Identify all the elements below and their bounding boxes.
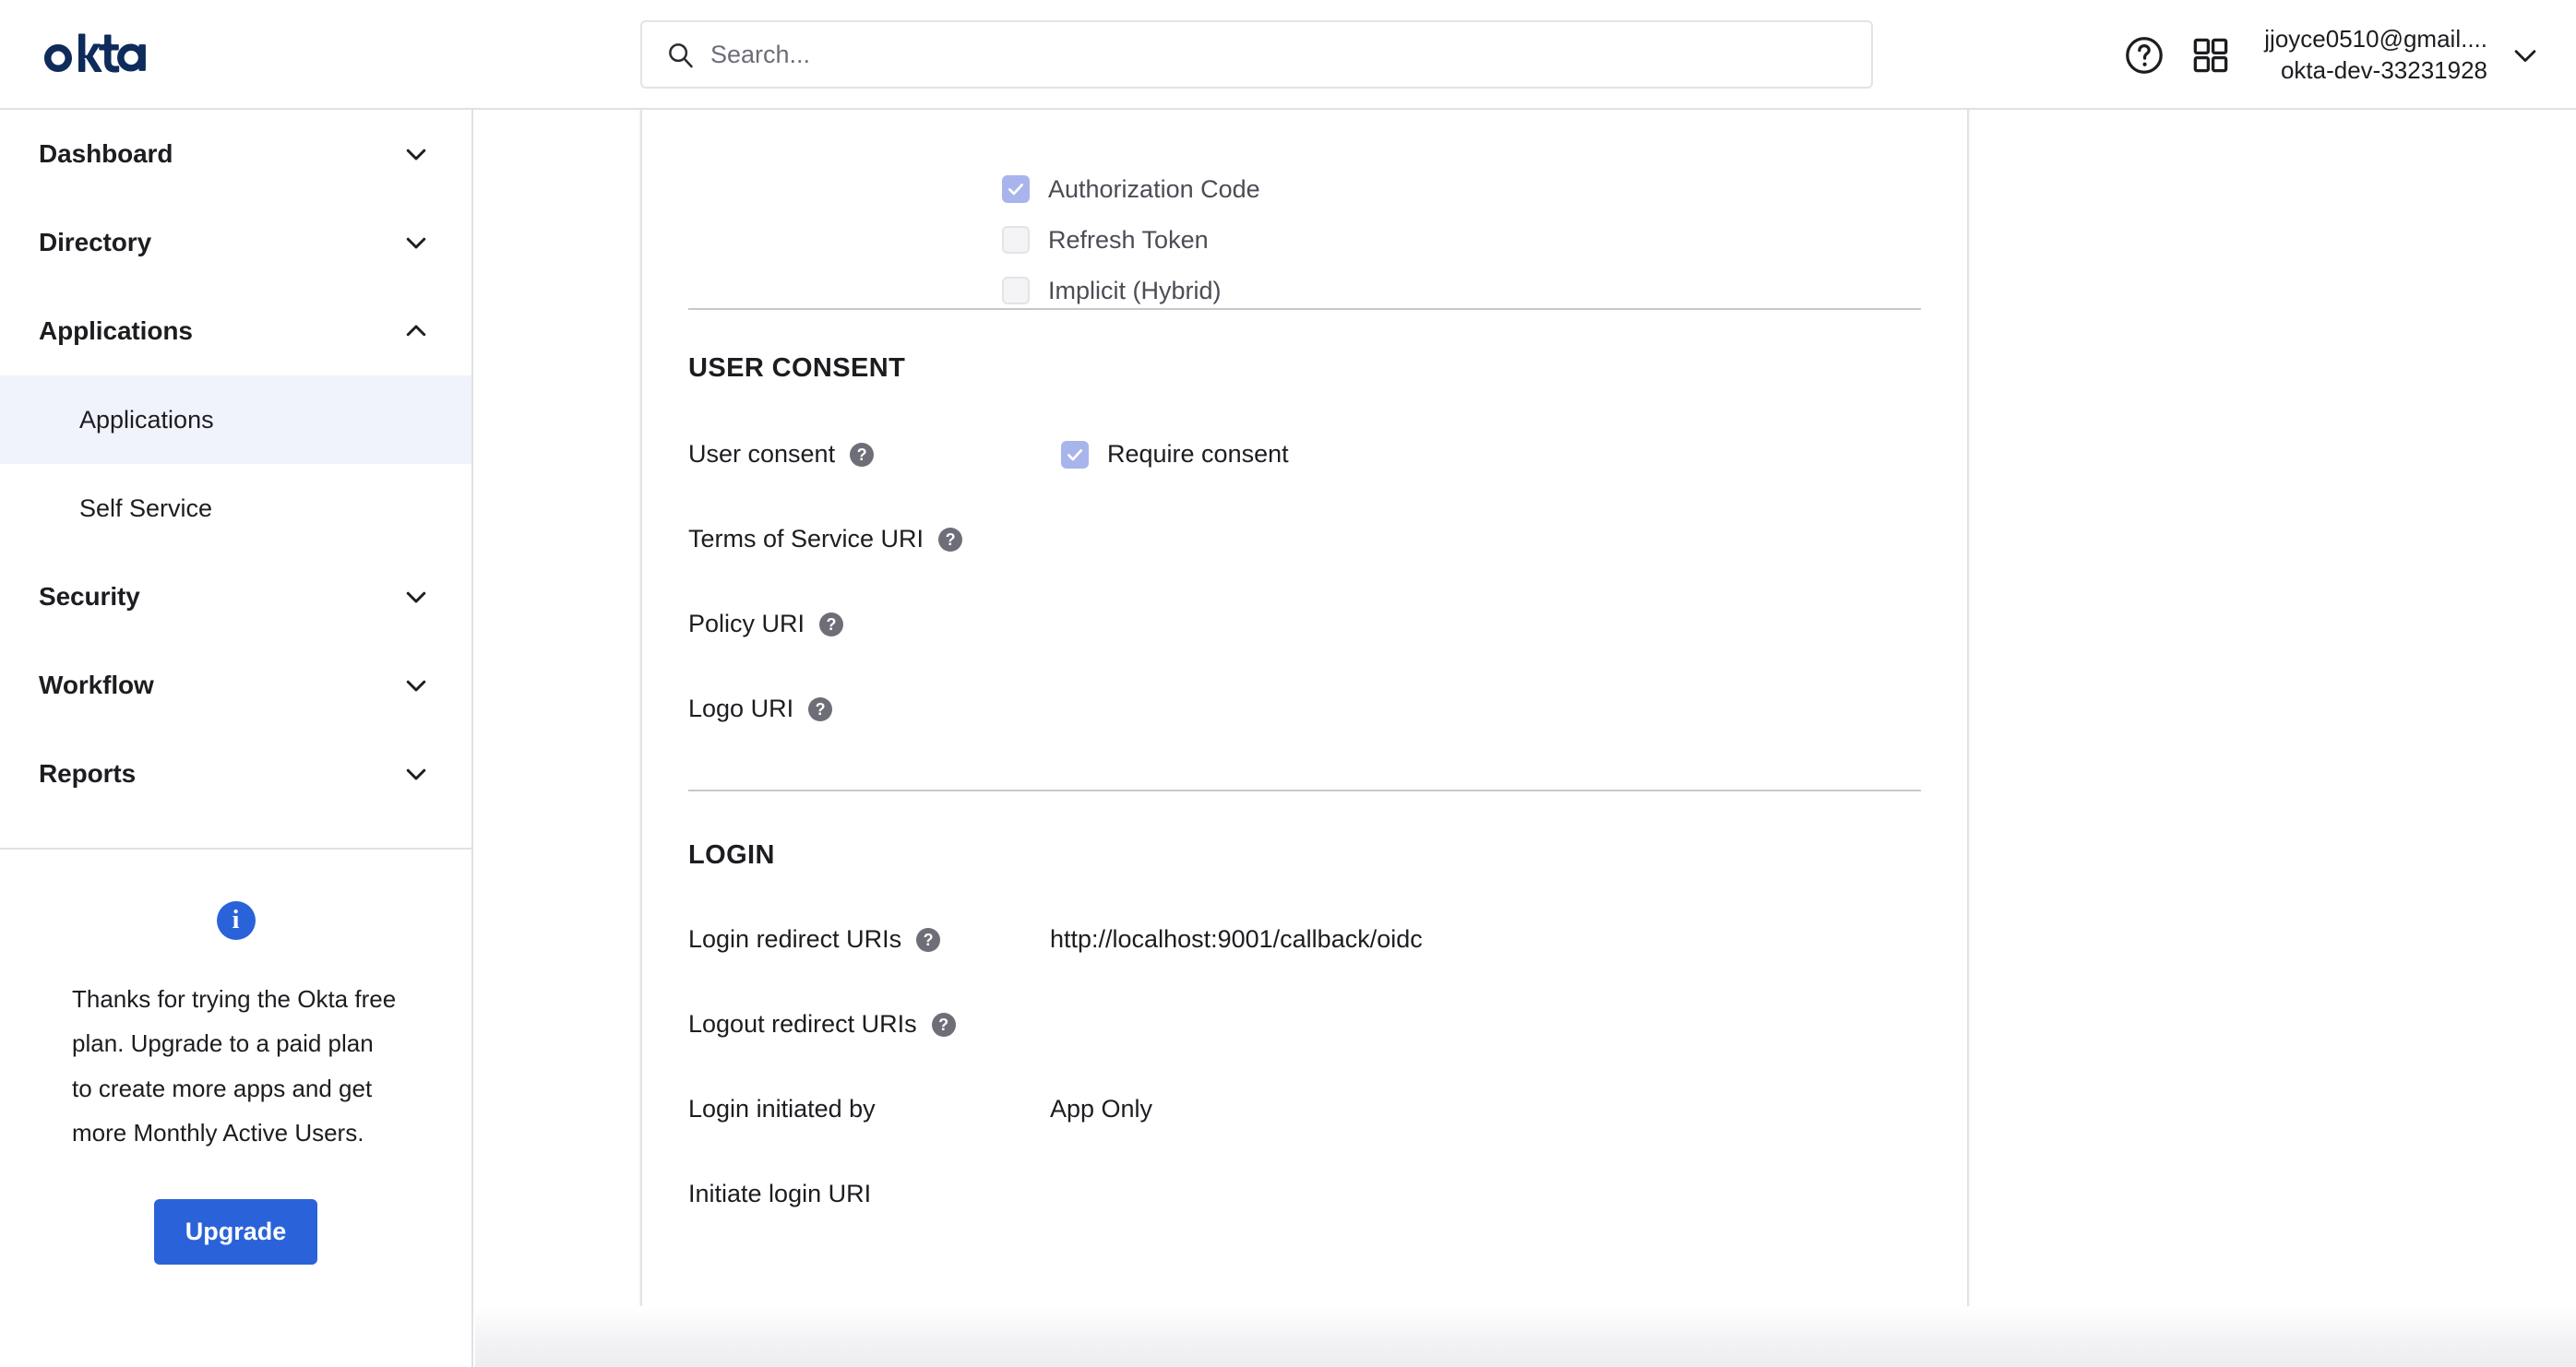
section-title-login: LOGIN bbox=[688, 840, 775, 870]
upgrade-promo: i Thanks for trying the Okta free plan. … bbox=[0, 850, 471, 1266]
chevron-down-icon bbox=[402, 583, 430, 611]
field-label-text: Initiate login URI bbox=[688, 1180, 872, 1207]
user-org: okta-dev-33231928 bbox=[2280, 55, 2487, 84]
user-email: jjoyce0510@gmail.... bbox=[2264, 25, 2487, 53]
apps-button[interactable] bbox=[2177, 22, 2244, 89]
chevron-down-icon bbox=[402, 760, 430, 788]
chevron-down-icon[interactable] bbox=[2510, 40, 2541, 71]
sidebar-item-label: Directory bbox=[39, 228, 152, 256]
sidebar-nav: Dashboard Directory Applications Applica… bbox=[0, 110, 473, 1367]
grant-type-row[interactable]: Refresh Token bbox=[1002, 218, 1260, 262]
field-label: Login redirect URIs ? bbox=[688, 925, 976, 954]
field-label-text: Policy URI bbox=[688, 610, 805, 637]
grant-type-label: Implicit (Hybrid) bbox=[1048, 276, 1222, 304]
field-label-text: Terms of Service URI bbox=[688, 525, 924, 553]
field-initiate-login-uri: Initiate login URI bbox=[688, 1180, 1921, 1208]
sidebar-item-label: Security bbox=[39, 582, 140, 611]
field-label: Logo URI ? bbox=[688, 695, 976, 723]
help-icon[interactable]: ? bbox=[808, 696, 833, 721]
field-label: User consent ? bbox=[688, 440, 976, 469]
field-terms-of-service-uri: Terms of Service URI ? bbox=[688, 525, 1921, 553]
chevron-up-icon bbox=[402, 317, 430, 345]
sidebar-item-label: Dashboard bbox=[39, 139, 173, 168]
field-label-text: Logout redirect URIs bbox=[688, 1010, 917, 1038]
sidebar-subitem-self-service[interactable]: Self Service bbox=[0, 464, 471, 553]
user-account-menu[interactable]: jjoyce0510@gmail.... okta-dev-33231928 bbox=[2264, 24, 2487, 86]
checkbox-refresh-token[interactable] bbox=[1002, 226, 1030, 254]
page-bottom-fade bbox=[475, 1306, 2576, 1367]
upgrade-button[interactable]: Upgrade bbox=[153, 1199, 318, 1266]
top-header: jjoyce0510@gmail.... okta-dev-33231928 bbox=[0, 0, 2576, 110]
field-label: Initiate login URI bbox=[688, 1180, 976, 1208]
app-grid-icon bbox=[2191, 36, 2230, 75]
sidebar-item-workflow[interactable]: Workflow bbox=[0, 641, 471, 730]
sidebar-subitem-label: Self Service bbox=[79, 493, 213, 522]
field-label-text: Login redirect URIs bbox=[688, 925, 902, 953]
checkbox-require-consent[interactable] bbox=[1061, 440, 1089, 469]
help-icon[interactable]: ? bbox=[931, 1012, 956, 1037]
section-divider bbox=[688, 790, 1921, 791]
promo-text: Thanks for trying the Okta free plan. Up… bbox=[72, 985, 397, 1147]
chevron-down-icon bbox=[402, 229, 430, 256]
grant-type-label: Authorization Code bbox=[1048, 174, 1260, 203]
sidebar-item-label: Applications bbox=[39, 316, 193, 345]
main-content: Authorization Code Refresh Token Implici… bbox=[475, 110, 2576, 1367]
sidebar-subitem-applications[interactable]: Applications bbox=[0, 375, 471, 464]
help-icon[interactable]: ? bbox=[938, 527, 963, 552]
checkbox-implicit-hybrid[interactable] bbox=[1002, 277, 1030, 304]
field-label-text: Login initiated by bbox=[688, 1095, 876, 1123]
sidebar-item-security[interactable]: Security bbox=[0, 553, 471, 641]
field-login-redirect-uris: Login redirect URIs ? http://localhost:9… bbox=[688, 925, 1921, 954]
require-consent-control[interactable]: Require consent bbox=[1061, 440, 1289, 469]
grant-type-row[interactable]: Implicit (Hybrid) bbox=[1002, 268, 1260, 313]
field-label: Policy URI ? bbox=[688, 610, 976, 638]
field-policy-uri: Policy URI ? bbox=[688, 610, 1921, 638]
oidc-settings-card: Authorization Code Refresh Token Implici… bbox=[640, 110, 1969, 1367]
help-button[interactable] bbox=[2111, 22, 2177, 89]
chevron-down-icon bbox=[402, 140, 430, 168]
sidebar-subitem-label: Applications bbox=[79, 405, 214, 434]
header-actions: jjoyce0510@gmail.... okta-dev-33231928 bbox=[2111, 0, 2541, 110]
search-icon bbox=[666, 41, 694, 68]
checkbox-authorization-code[interactable] bbox=[1002, 175, 1030, 203]
section-divider bbox=[688, 308, 1921, 310]
global-search[interactable] bbox=[640, 20, 1873, 89]
sidebar-item-label: Reports bbox=[39, 759, 137, 788]
field-label: Login initiated by bbox=[688, 1095, 976, 1123]
field-logo-uri: Logo URI ? bbox=[688, 695, 1921, 723]
section-title-user-consent: USER CONSENT bbox=[688, 353, 906, 383]
help-icon[interactable]: ? bbox=[819, 612, 844, 636]
field-logout-redirect-uris: Logout redirect URIs ? bbox=[688, 1010, 1921, 1039]
okta-logo[interactable] bbox=[40, 30, 187, 81]
search-input[interactable] bbox=[710, 40, 1847, 69]
help-circle-icon bbox=[2123, 34, 2165, 77]
sidebar-item-directory[interactable]: Directory bbox=[0, 198, 471, 287]
field-value: App Only bbox=[1050, 1095, 1153, 1123]
help-icon[interactable]: ? bbox=[850, 442, 875, 467]
sidebar-item-label: Workflow bbox=[39, 671, 154, 699]
sidebar-item-reports[interactable]: Reports bbox=[0, 730, 471, 818]
grant-type-list: Authorization Code Refresh Token Implici… bbox=[1002, 167, 1260, 319]
field-value: http://localhost:9001/callback/oidc bbox=[1050, 925, 1423, 953]
grant-type-label: Refresh Token bbox=[1048, 225, 1209, 254]
chevron-down-icon bbox=[402, 672, 430, 699]
grant-type-row[interactable]: Authorization Code bbox=[1002, 167, 1260, 211]
field-label-text: Logo URI bbox=[688, 695, 794, 722]
info-icon: i bbox=[216, 901, 256, 940]
sidebar-item-dashboard[interactable]: Dashboard bbox=[0, 110, 471, 198]
field-login-initiated-by: Login initiated by App Only bbox=[688, 1095, 1921, 1123]
field-label-text: User consent bbox=[688, 440, 836, 468]
field-label: Logout redirect URIs ? bbox=[688, 1010, 976, 1039]
field-label: Terms of Service URI ? bbox=[688, 525, 976, 553]
require-consent-label: Require consent bbox=[1107, 440, 1289, 468]
field-user-consent: User consent ? Require consent bbox=[688, 440, 1921, 469]
help-icon[interactable]: ? bbox=[916, 927, 941, 952]
sidebar-item-applications[interactable]: Applications bbox=[0, 287, 471, 375]
